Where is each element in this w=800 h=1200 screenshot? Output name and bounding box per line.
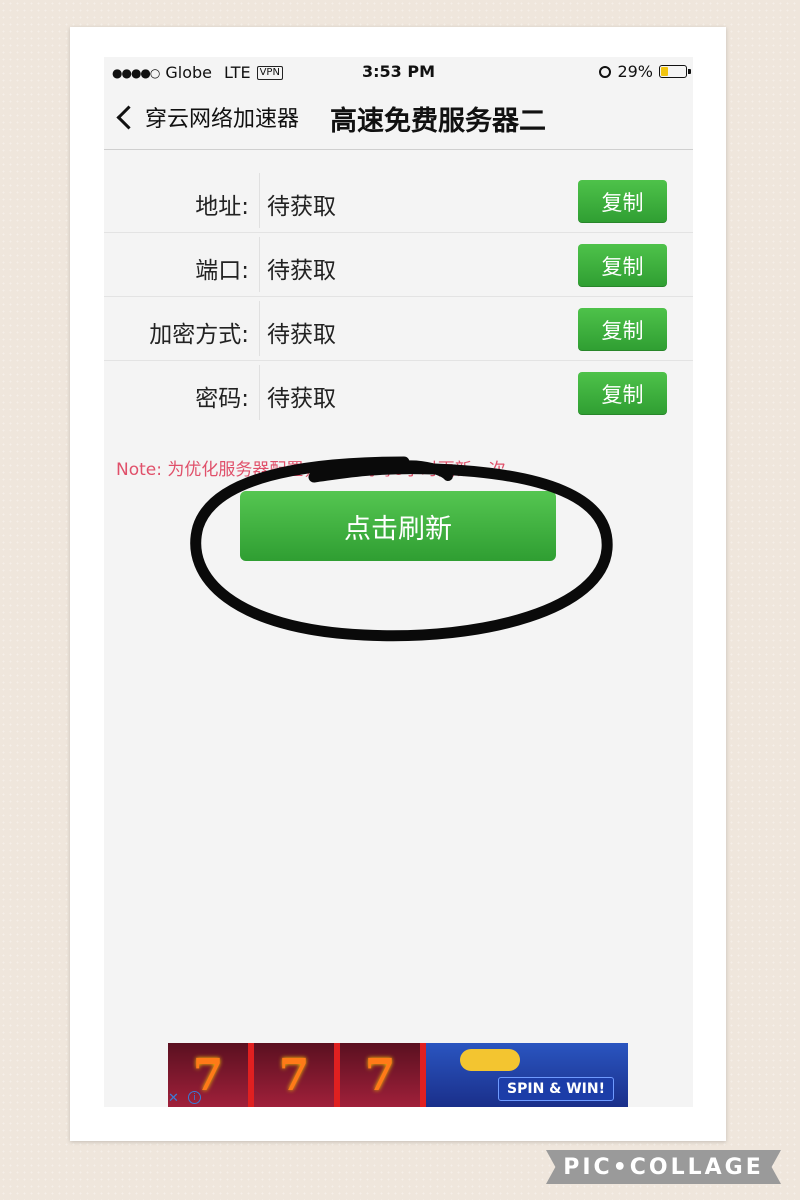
- ad-info-icon[interactable]: i: [188, 1091, 201, 1104]
- slot-seven: 7: [278, 1049, 310, 1101]
- slot-reel: 7: [254, 1043, 340, 1107]
- hand-drawn-circle-annotation: [190, 456, 613, 642]
- slot-reel: 7: [340, 1043, 426, 1107]
- pic-collage-watermark: PIC•COLLAGE: [546, 1150, 781, 1184]
- ad-promo-panel: SPIN & WIN!: [426, 1043, 628, 1107]
- promo-logo: [460, 1049, 520, 1071]
- ad-close-icon[interactable]: ✕: [168, 1091, 179, 1106]
- ad-banner[interactable]: 7 7 7 SPIN & WIN!: [168, 1043, 628, 1107]
- phone-screen: ●●●●○ Globe LTE VPN 3:53 PM 29% 穿云网络加速器 …: [104, 57, 693, 1107]
- slot-seven: 7: [364, 1049, 396, 1101]
- slot-reel: 7: [168, 1043, 254, 1107]
- spin-win-label: SPIN & WIN!: [498, 1077, 614, 1101]
